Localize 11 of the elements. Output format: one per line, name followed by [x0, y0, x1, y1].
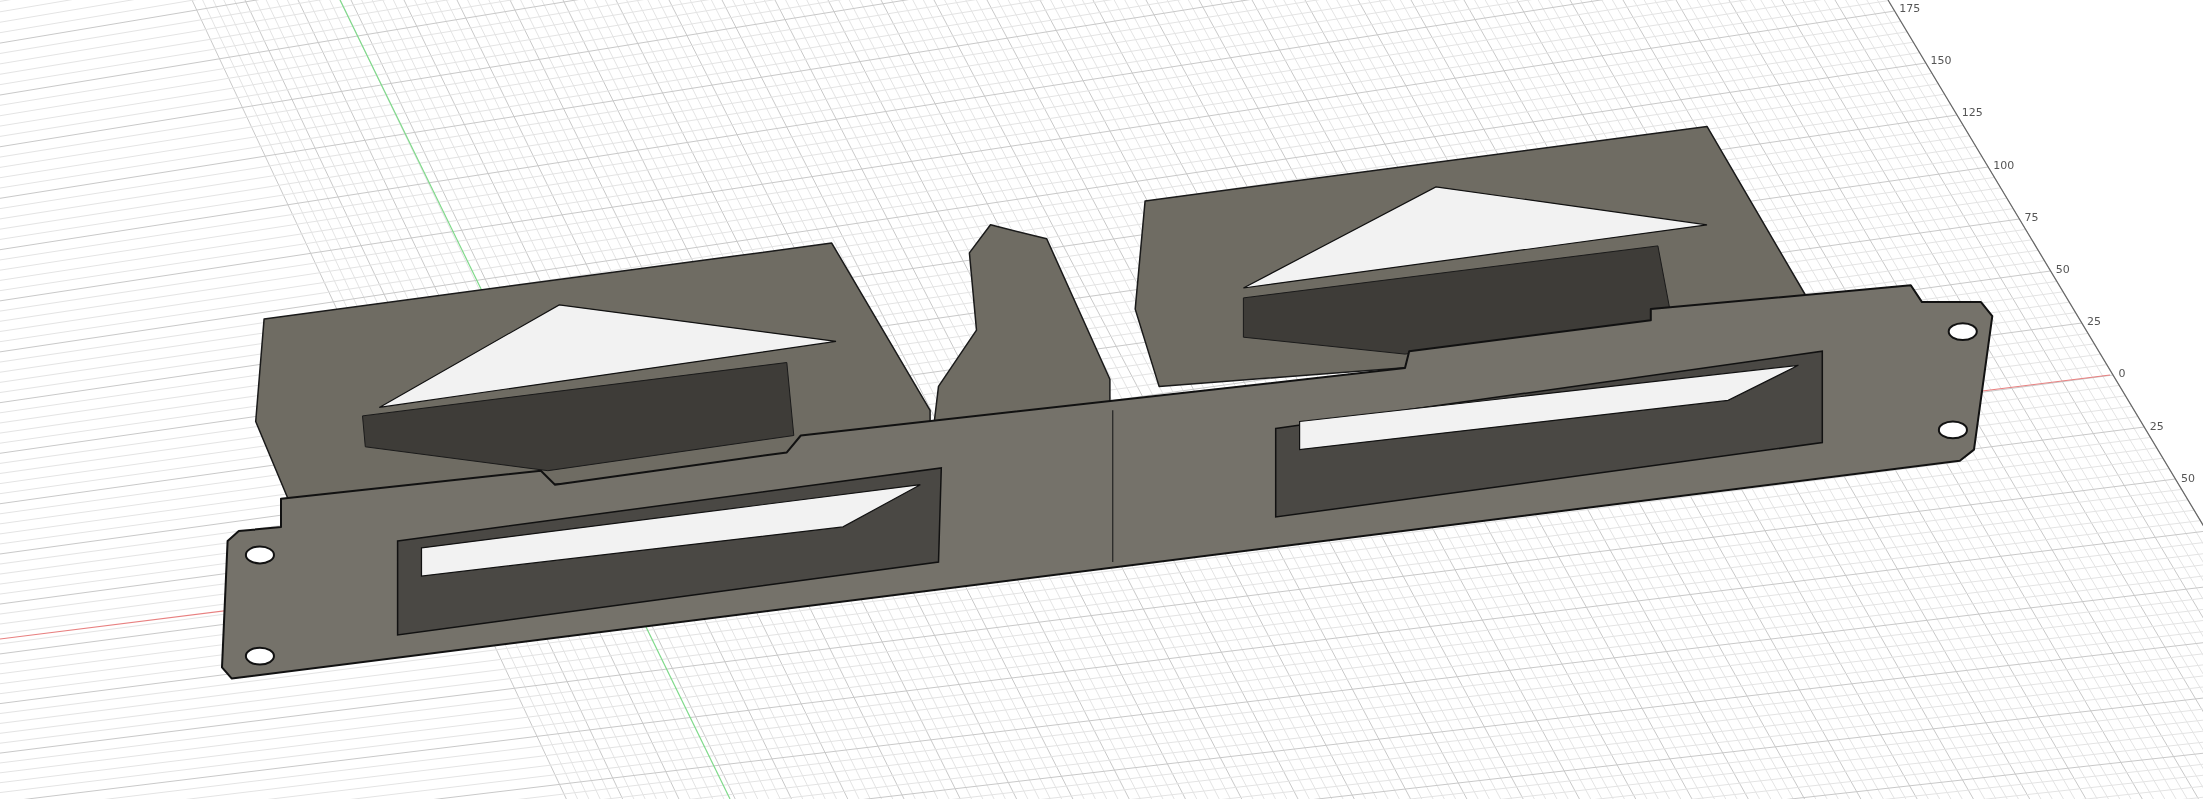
axis-tick-label: 175	[1899, 2, 1921, 15]
axis-tick-label: 75	[2024, 210, 2039, 224]
axis-tick-label: 125	[1961, 106, 1983, 120]
axis-tick-label: 50	[2181, 471, 2196, 485]
rack-bracket-model-drawing[interactable]	[221, 125, 1994, 680]
axis-tick-label: 50	[2055, 263, 2070, 276]
axis-tick-label: 25	[2149, 419, 2164, 433]
axis-tick-label: 0	[2118, 367, 2126, 381]
axis-tick-label: 25	[2087, 315, 2102, 329]
axis-tick-label: 150	[1930, 54, 1952, 68]
axis-tick-label: 100	[1993, 158, 2015, 172]
